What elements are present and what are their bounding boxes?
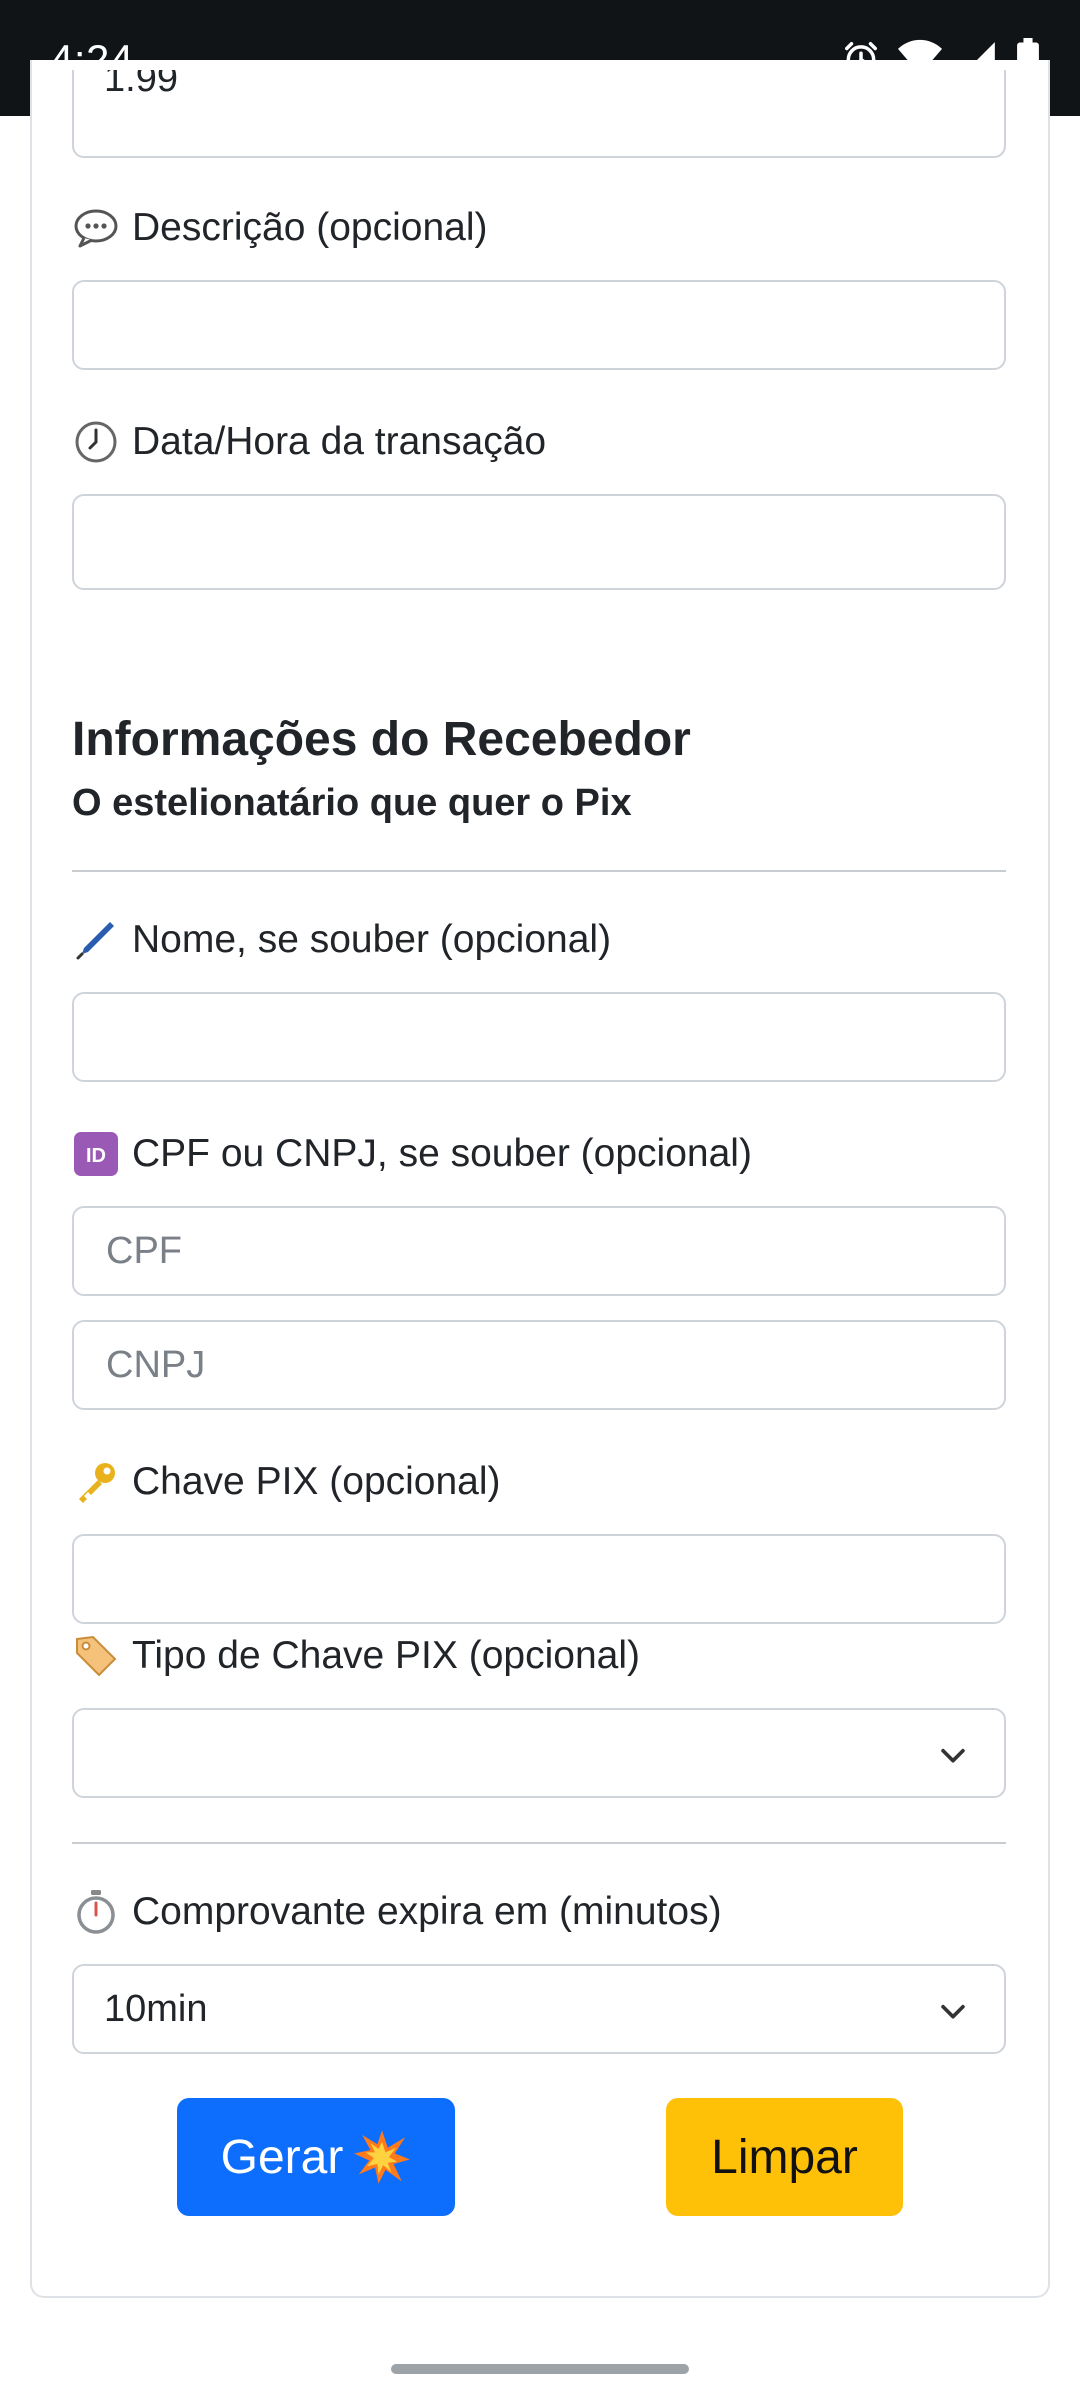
expiry-label: Comprovante expira em (minutos) <box>72 1888 722 1936</box>
name-text-input[interactable] <box>104 1014 1004 1060</box>
expiry-selected: 10min <box>104 1987 208 2030</box>
expiry-select[interactable]: 10min <box>72 1964 1006 2054</box>
generate-button-label: Gerar <box>220 2130 344 2184</box>
pen-icon <box>72 916 120 964</box>
pix-key-type-label: Tipo de Chave PIX (opcional) <box>72 1632 640 1680</box>
description-label-text: Descrição (opcional) <box>132 206 488 249</box>
datetime-label: Data/Hora da transação <box>72 418 546 466</box>
generate-button[interactable]: Gerar <box>177 2098 455 2216</box>
pix-key-type-select[interactable] <box>72 1708 1006 1798</box>
speech-balloon-icon <box>72 204 120 252</box>
receiver-section-subtitle: O estelionatário que quer o Pix <box>72 782 632 824</box>
document-label: ID CPF ou CNPJ, se souber (opcional) <box>72 1130 752 1178</box>
section-divider <box>72 870 1006 872</box>
pix-key-input[interactable] <box>72 1534 1006 1624</box>
collision-icon <box>354 2130 411 2184</box>
chevron-down-icon <box>941 2004 965 2019</box>
datetime-text-input[interactable] <box>104 519 1004 565</box>
id-icon: ID <box>72 1130 120 1178</box>
tag-icon <box>72 1632 120 1680</box>
stopwatch-icon <box>72 1888 120 1936</box>
pix-key-text-input[interactable] <box>104 1556 1004 1602</box>
name-label-text: Nome, se souber (opcional) <box>132 918 612 961</box>
amount-value: 1.99 <box>104 70 178 100</box>
expiry-divider <box>72 1842 1006 1844</box>
pix-key-label-text: Chave PIX (opcional) <box>132 1460 501 1503</box>
key-icon <box>72 1458 120 1506</box>
description-input[interactable] <box>72 280 1006 370</box>
pix-key-label: Chave PIX (opcional) <box>72 1458 501 1506</box>
name-input[interactable] <box>72 992 1006 1082</box>
chevron-down-icon <box>941 1748 965 1763</box>
clear-button[interactable]: Limpar <box>666 2098 903 2216</box>
cpf-input[interactable] <box>72 1206 1006 1296</box>
datetime-input[interactable] <box>72 494 1006 590</box>
amount-field[interactable]: 1.99 <box>72 70 1006 158</box>
document-label-text: CPF ou CNPJ, se souber (opcional) <box>132 1132 752 1175</box>
clock-icon <box>72 418 120 466</box>
cnpj-text-input[interactable] <box>104 1342 1004 1388</box>
svg-text:ID: ID <box>86 1145 106 1167</box>
description-label: Descrição (opcional) <box>72 204 487 252</box>
cpf-text-input[interactable] <box>104 1228 1004 1274</box>
name-label: Nome, se souber (opcional) <box>72 916 611 964</box>
description-text-input[interactable] <box>104 302 1004 348</box>
form-card <box>30 60 1050 2298</box>
expiry-label-text: Comprovante expira em (minutos) <box>132 1890 722 1933</box>
datetime-label-text: Data/Hora da transação <box>132 420 547 463</box>
clear-button-label: Limpar <box>711 2130 858 2184</box>
receiver-section-title: Informações do Recebedor <box>72 713 691 766</box>
pix-key-type-label-text: Tipo de Chave PIX (opcional) <box>132 1634 640 1677</box>
cnpj-input[interactable] <box>72 1320 1006 1410</box>
home-indicator[interactable] <box>391 2364 689 2374</box>
